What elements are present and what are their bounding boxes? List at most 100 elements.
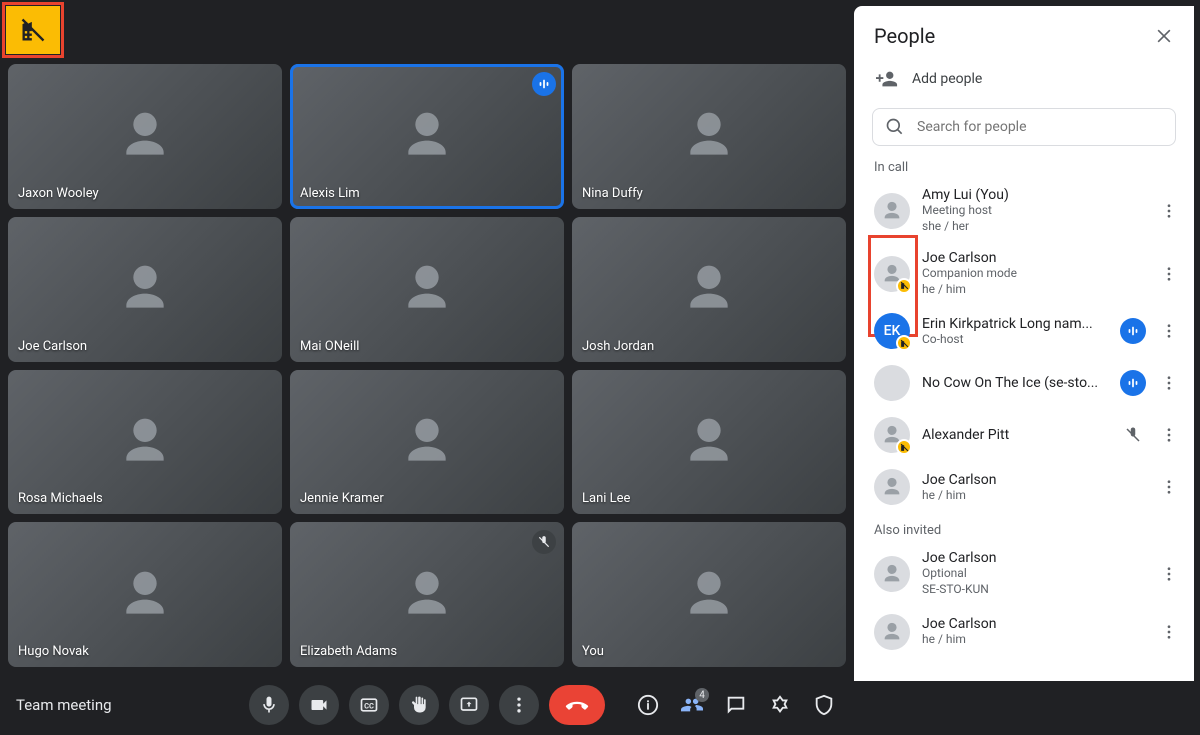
video-tile[interactable]: Jaxon Wooley: [8, 64, 282, 209]
person-name: Joe Carlson: [922, 472, 1146, 488]
mic-off-icon: [1120, 422, 1146, 448]
person-row[interactable]: Alexander Pitt: [854, 409, 1194, 461]
people-list: Amy Lui (You)Meeting hostshe / her Joe C…: [854, 179, 1194, 681]
tile-name: Jaxon Wooley: [18, 186, 99, 201]
person-name: Alexander Pitt: [922, 427, 1108, 443]
search-icon: [885, 117, 905, 137]
tile-name: Josh Jordan: [582, 339, 654, 354]
audio-activity-icon: [1120, 318, 1146, 344]
person-more-button[interactable]: [1158, 261, 1180, 287]
person-more-button[interactable]: [1158, 422, 1180, 448]
tile-name: Mai ONeill: [300, 339, 359, 354]
person-name: Joe Carlson: [922, 616, 1146, 632]
person-more-button[interactable]: [1158, 561, 1180, 587]
person-sub: Companion mode: [922, 266, 1146, 282]
video-tile[interactable]: Mai ONeill: [290, 217, 564, 362]
person-add-icon: [876, 68, 898, 90]
tile-name: Jennie Kramer: [300, 491, 384, 506]
person-row[interactable]: Joe CarlsonOptionalSE-STO-KUN: [854, 542, 1194, 605]
tile-name: You: [582, 644, 604, 659]
camera-button[interactable]: [299, 685, 339, 725]
svg-text:CC: CC: [364, 701, 374, 710]
person-more-button[interactable]: [1158, 619, 1180, 645]
video-tile[interactable]: Elizabeth Adams: [290, 522, 564, 667]
person-name: Joe Carlson: [922, 550, 1146, 566]
person-more-button[interactable]: [1158, 318, 1180, 344]
person-pronoun: he / him: [922, 632, 1146, 648]
person-name: Joe Carlson: [922, 250, 1146, 266]
avatar: EK: [874, 313, 910, 349]
panel-title: People: [874, 24, 1154, 48]
building-off-icon: [19, 16, 47, 44]
person-more-button[interactable]: [1158, 370, 1180, 396]
person-sub: Co-host: [922, 332, 1108, 348]
companion-badge-icon: [896, 335, 912, 351]
tile-name: Joe Carlson: [18, 339, 87, 354]
bottom-toolbar: Team meeting CC 4: [0, 675, 854, 735]
avatar: [874, 614, 910, 650]
video-tile[interactable]: Alexis Lim: [290, 64, 564, 209]
people-panel: People Add people In call Amy Lui (You)M…: [854, 6, 1194, 681]
video-tile[interactable]: Jennie Kramer: [290, 370, 564, 515]
add-people-button[interactable]: Add people: [854, 54, 1194, 104]
meeting-name: Team meeting: [16, 696, 112, 714]
video-tile[interactable]: Joe Carlson: [8, 217, 282, 362]
section-also-invited: Also invited: [854, 513, 1194, 542]
tile-name: Nina Duffy: [582, 186, 643, 201]
person-sub: Meeting host: [922, 203, 1146, 219]
avatar: [874, 469, 910, 505]
audio-activity-icon: [532, 72, 556, 96]
tile-name: Rosa Michaels: [18, 491, 103, 506]
person-name: No Cow On The Ice (se-sto...: [922, 375, 1108, 391]
person-name: Erin Kirkpatrick Long nam...: [922, 316, 1108, 332]
person-row[interactable]: Joe Carlsonhe / him: [854, 461, 1194, 513]
video-tile[interactable]: You: [572, 522, 846, 667]
tile-name: Hugo Novak: [18, 644, 89, 659]
tile-name: Lani Lee: [582, 491, 630, 506]
tile-name: Elizabeth Adams: [300, 644, 397, 659]
captions-button[interactable]: CC: [349, 685, 389, 725]
avatar: [874, 193, 910, 229]
raise-hand-button[interactable]: [399, 685, 439, 725]
tile-name: Alexis Lim: [300, 186, 360, 201]
person-pronoun: he / him: [922, 282, 1146, 298]
person-more-button[interactable]: [1158, 474, 1180, 500]
video-grid: Jaxon Wooley Alexis Lim Nina Duffy Joe C…: [0, 0, 854, 675]
audio-activity-icon: [1120, 370, 1146, 396]
chat-button[interactable]: [722, 691, 750, 719]
meeting-details-button[interactable]: [634, 691, 662, 719]
companion-badge-icon: [896, 278, 912, 294]
person-row[interactable]: Joe Carlsonhe / him: [854, 606, 1194, 658]
person-row[interactable]: No Cow On The Ice (se-sto...: [854, 357, 1194, 409]
present-button[interactable]: [449, 685, 489, 725]
video-tile[interactable]: Nina Duffy: [572, 64, 846, 209]
avatar: [874, 365, 910, 401]
companion-badge-icon: [896, 439, 912, 455]
search-people-field[interactable]: [872, 108, 1176, 146]
video-tile[interactable]: Josh Jordan: [572, 217, 846, 362]
person-more-button[interactable]: [1158, 198, 1180, 224]
mic-button[interactable]: [249, 685, 289, 725]
person-name: Amy Lui (You): [922, 187, 1146, 203]
more-options-button[interactable]: [499, 685, 539, 725]
host-controls-button[interactable]: [810, 691, 838, 719]
person-pronoun: he / him: [922, 488, 1146, 504]
person-placeholder: [572, 522, 846, 667]
people-count-badge: 4: [695, 688, 709, 702]
video-tile[interactable]: Rosa Michaels: [8, 370, 282, 515]
hangup-button[interactable]: [549, 685, 605, 725]
close-icon: [1154, 26, 1174, 46]
avatar: [874, 256, 910, 292]
people-button[interactable]: 4: [678, 691, 706, 719]
video-tile[interactable]: Hugo Novak: [8, 522, 282, 667]
person-sub2: SE-STO-KUN: [922, 582, 1146, 598]
avatar: [874, 417, 910, 453]
companion-mode-off-button[interactable]: [6, 6, 60, 54]
close-panel-button[interactable]: [1154, 26, 1174, 46]
activities-button[interactable]: [766, 691, 794, 719]
person-row[interactable]: Amy Lui (You)Meeting hostshe / her: [854, 179, 1194, 242]
section-in-call: In call: [854, 156, 1194, 179]
search-people-input[interactable]: [917, 119, 1163, 135]
person-sub: Optional: [922, 566, 1146, 582]
video-tile[interactable]: Lani Lee: [572, 370, 846, 515]
